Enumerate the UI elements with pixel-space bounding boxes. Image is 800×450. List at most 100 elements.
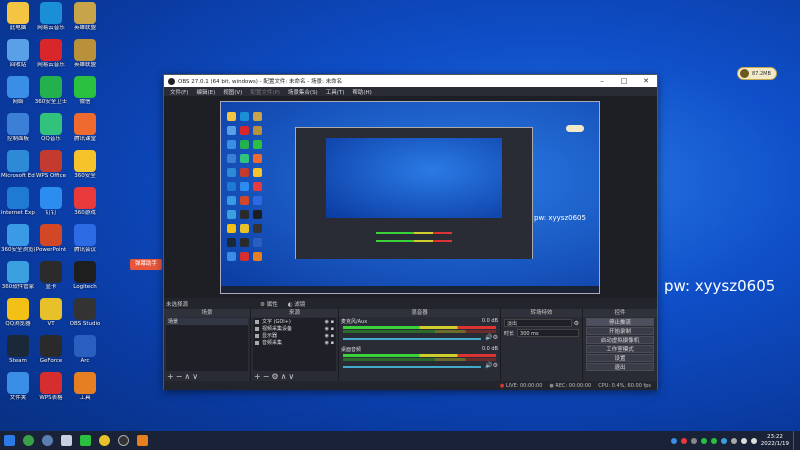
desktop-icon[interactable]: Microsoft Edge: [1, 150, 35, 180]
tray-icon[interactable]: [720, 437, 727, 444]
clock[interactable]: 23:22 2022/1/19: [761, 434, 789, 448]
title-bar[interactable]: OBS 27.0.1 (64 bit, windows) - 配置文件: 未命名…: [164, 75, 657, 87]
taskbar-search-icon[interactable]: [42, 435, 53, 446]
desktop-icon[interactable]: Arc: [68, 335, 102, 365]
desktop-icon[interactable]: Logitech: [68, 261, 102, 291]
sources-list[interactable]: 文字 (GDI+) ◉ ▪ 视频采集设备 ◉ ▪ 显示器 ◉ ▪ 音频采集 ◉ ▪: [253, 318, 336, 371]
desktop-icon[interactable]: 360安全卫士: [34, 76, 68, 106]
taskbar-obs-icon[interactable]: [118, 435, 129, 446]
volume-slider[interactable]: [343, 337, 482, 340]
preview-area[interactable]: pw: xyysz0605: [164, 96, 657, 298]
desktop-icon[interactable]: WPS表格: [34, 372, 68, 402]
desktop-icon-label: 360游戏: [74, 210, 96, 216]
desktop-icon[interactable]: 微信: [68, 76, 102, 106]
transition-select[interactable]: 淡出: [504, 319, 572, 327]
wifi-icon[interactable]: [740, 437, 747, 444]
filters-button[interactable]: ◐ 滤镜: [288, 300, 306, 308]
menu-item[interactable]: 场景集合(S): [284, 88, 322, 96]
desktop-icon[interactable]: Internet Explorer: [1, 187, 35, 217]
sources-footer-controls[interactable]: +−⚙∧∨: [251, 372, 338, 381]
speaker-icon[interactable]: 🔊⚙: [485, 362, 498, 369]
desktop-icon[interactable]: Steam: [1, 335, 35, 365]
tray-icon[interactable]: [730, 437, 737, 444]
desktop-icon[interactable]: OBS Studio: [68, 298, 102, 328]
properties-button[interactable]: ⚙ 属性: [260, 300, 278, 308]
preview-desktop-icon: [227, 126, 236, 135]
volume-icon[interactable]: [750, 437, 757, 444]
desktop-icon[interactable]: GeForce: [34, 335, 68, 365]
taskbar-app-icon[interactable]: [137, 435, 148, 446]
studio-mode-button[interactable]: 工作室模式: [586, 345, 654, 353]
desktop-icon[interactable]: WPS Office: [34, 150, 68, 180]
start-button[interactable]: [4, 435, 15, 446]
obs-window[interactable]: OBS 27.0.1 (64 bit, windows) - 配置文件: 未命名…: [163, 74, 658, 390]
volume-slider[interactable]: [343, 365, 482, 368]
close-button[interactable]: ✕: [635, 77, 657, 85]
tray-icon[interactable]: [680, 437, 687, 444]
desktop-icon[interactable]: 显卡: [34, 261, 68, 291]
eye-icon[interactable]: ◉ ▪: [325, 326, 336, 332]
mixer-header: 混音器: [339, 309, 500, 317]
desktop-icon[interactable]: 360软件管家: [1, 261, 35, 291]
menu-item[interactable]: 配置文件(P): [246, 88, 284, 96]
source-item[interactable]: 音频采集 ◉ ▪: [253, 339, 336, 346]
eye-icon[interactable]: ◉ ▪: [325, 333, 336, 339]
eye-icon[interactable]: ◉ ▪: [325, 319, 336, 325]
source-item[interactable]: 显示器 ◉ ▪: [253, 332, 336, 339]
desktop-icon[interactable]: QQ音乐: [34, 113, 68, 143]
scene-item[interactable]: 场景: [166, 318, 248, 325]
tray-icon[interactable]: [690, 437, 697, 444]
side-tag-danmu[interactable]: 弹幕助手: [130, 259, 162, 270]
source-item[interactable]: 视频采集设备 ◉ ▪: [253, 325, 336, 332]
speaker-icon[interactable]: 🔊⚙: [485, 334, 498, 341]
taskbar-chrome-icon[interactable]: [99, 435, 110, 446]
settings-button[interactable]: 设置: [586, 354, 654, 362]
show-desktop-button[interactable]: [793, 431, 796, 450]
tray-icon[interactable]: [700, 437, 707, 444]
desktop-icon[interactable]: 腾讯课堂: [68, 113, 102, 143]
desktop-icon[interactable]: 工具: [68, 372, 102, 402]
maximize-button[interactable]: □: [613, 77, 635, 85]
preview-desktop-icons: [227, 112, 267, 262]
app-icon: [7, 150, 29, 172]
menu-item[interactable]: 工具(T): [322, 88, 349, 96]
desktop-icon[interactable]: 360安全浏览器: [1, 224, 35, 254]
desktop-icon[interactable]: 此电脑: [1, 2, 35, 32]
desktop-icon[interactable]: 钉钉: [34, 187, 68, 217]
desktop-icon[interactable]: 网易云音乐: [34, 2, 68, 32]
menu-item[interactable]: 视图(V): [219, 88, 246, 96]
desktop-icon[interactable]: 回收站: [1, 39, 35, 69]
desktop-icon[interactable]: PowerPoint: [34, 224, 68, 254]
scenes-footer-controls[interactable]: +−∧∨: [164, 372, 250, 381]
desktop-icon[interactable]: 腾讯会议: [68, 224, 102, 254]
minimize-button[interactable]: –: [591, 77, 613, 85]
taskbar-wechat-icon[interactable]: [80, 435, 91, 446]
desktop-icon[interactable]: 英雄联盟: [68, 2, 102, 32]
virtual-camera-button[interactable]: 启动虚拟摄像机: [586, 336, 654, 344]
desktop-icon[interactable]: 网络: [1, 76, 35, 106]
taskbar-explorer-icon[interactable]: [61, 435, 72, 446]
source-item[interactable]: 文字 (GDI+) ◉ ▪: [253, 318, 336, 325]
taskbar-360-icon[interactable]: [23, 435, 34, 446]
desktop-icon[interactable]: 360安全: [68, 150, 102, 180]
tray-icon[interactable]: [670, 437, 677, 444]
exit-button[interactable]: 退出: [586, 363, 654, 371]
desktop-icon[interactable]: 网易云音乐: [34, 39, 68, 69]
menu-item[interactable]: 编辑(E): [192, 88, 219, 96]
desktop-icon[interactable]: 360游戏: [68, 187, 102, 217]
menu-item[interactable]: 文件(F): [166, 88, 192, 96]
menu-item[interactable]: 帮助(H): [348, 88, 375, 96]
tray-icon[interactable]: [710, 437, 717, 444]
eye-icon[interactable]: ◉ ▪: [325, 340, 336, 346]
network-widget[interactable]: 87.2MB: [737, 67, 777, 80]
stop-streaming-button[interactable]: 停止推流: [586, 318, 654, 326]
start-recording-button[interactable]: 开始录制: [586, 327, 654, 335]
desktop-icon[interactable]: 文件夹: [1, 372, 35, 402]
gear-icon[interactable]: ⚙: [574, 320, 579, 327]
duration-input[interactable]: 300 ms: [517, 329, 579, 337]
desktop-icon[interactable]: 英雄联盟: [68, 39, 102, 69]
desktop-icon[interactable]: QQ浏览器: [1, 298, 35, 328]
desktop-icon[interactable]: 控制面板: [1, 113, 35, 143]
desktop-icon[interactable]: VT: [34, 298, 68, 328]
scenes-list[interactable]: 场景: [166, 318, 248, 371]
